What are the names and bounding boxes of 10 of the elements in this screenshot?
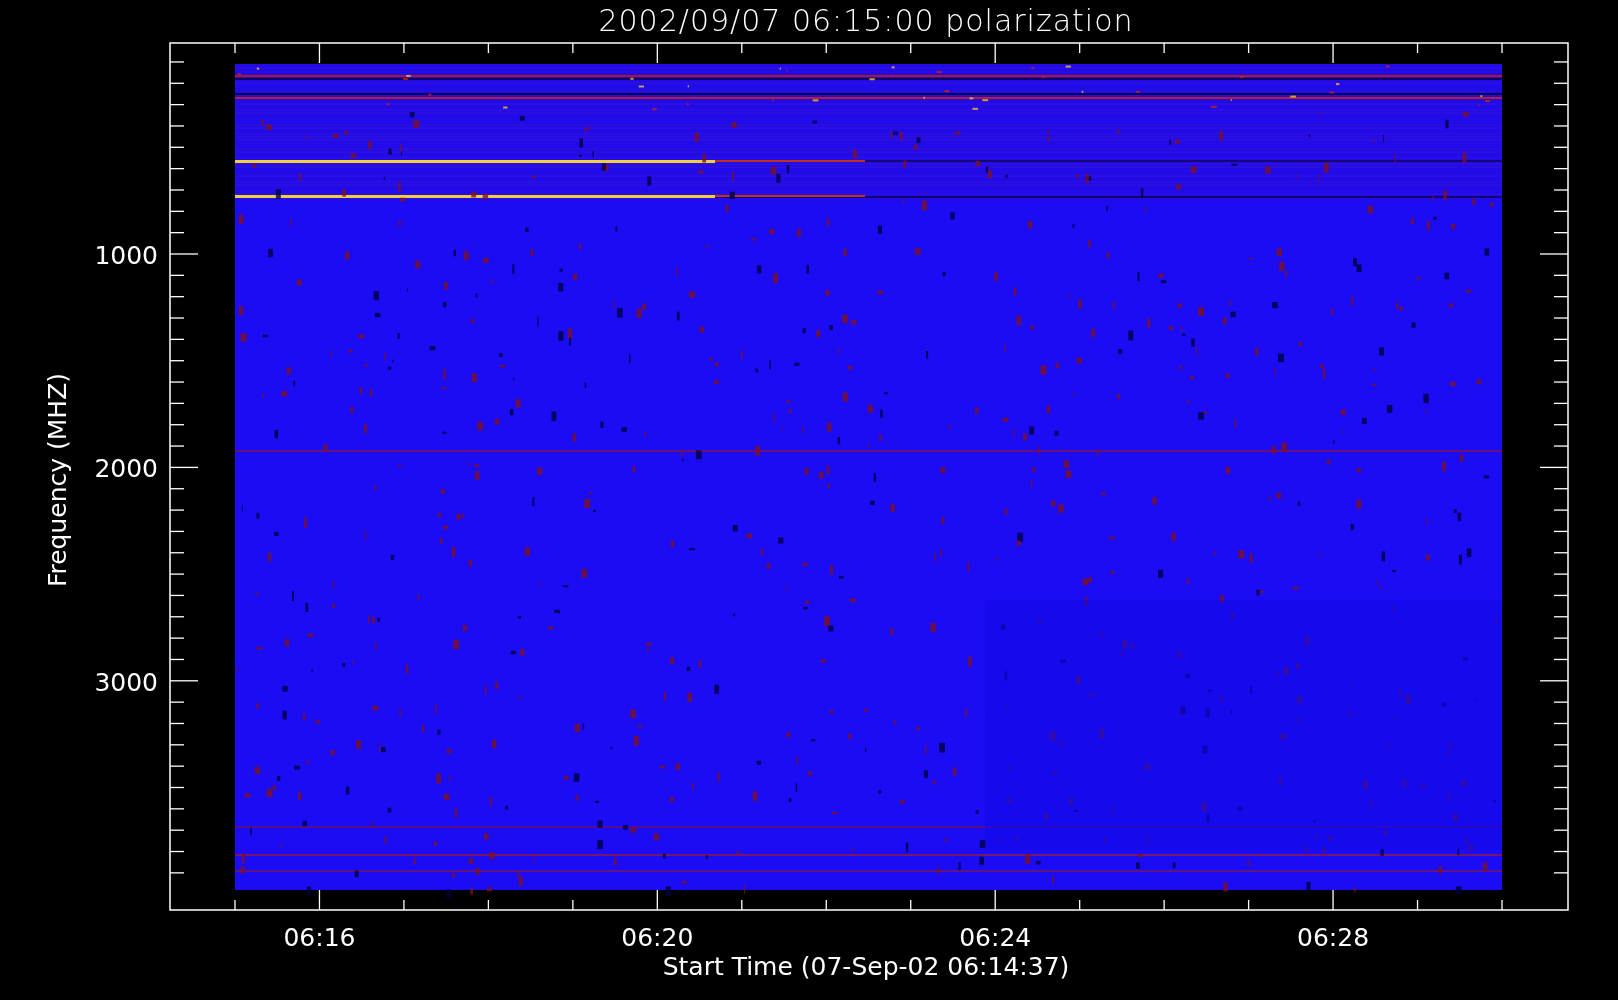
plot-title: 2002/09/07 06:15:00 polarization: [598, 3, 1134, 38]
x-tick-label: 06:28: [1297, 923, 1370, 952]
y-axis-label: Frequency (MHZ): [43, 372, 72, 588]
x-tick-label: 06:24: [959, 923, 1032, 952]
y-tick-label: 1000: [94, 241, 158, 270]
x-tick-label: 06:16: [283, 923, 356, 952]
y-tick-label: 2000: [94, 454, 158, 484]
x-axis-label: Start Time (07-Sep-02 06:14:37): [662, 952, 1070, 981]
x-tick-label: 06:20: [621, 923, 694, 952]
y-tick-label: 3000: [94, 667, 158, 697]
